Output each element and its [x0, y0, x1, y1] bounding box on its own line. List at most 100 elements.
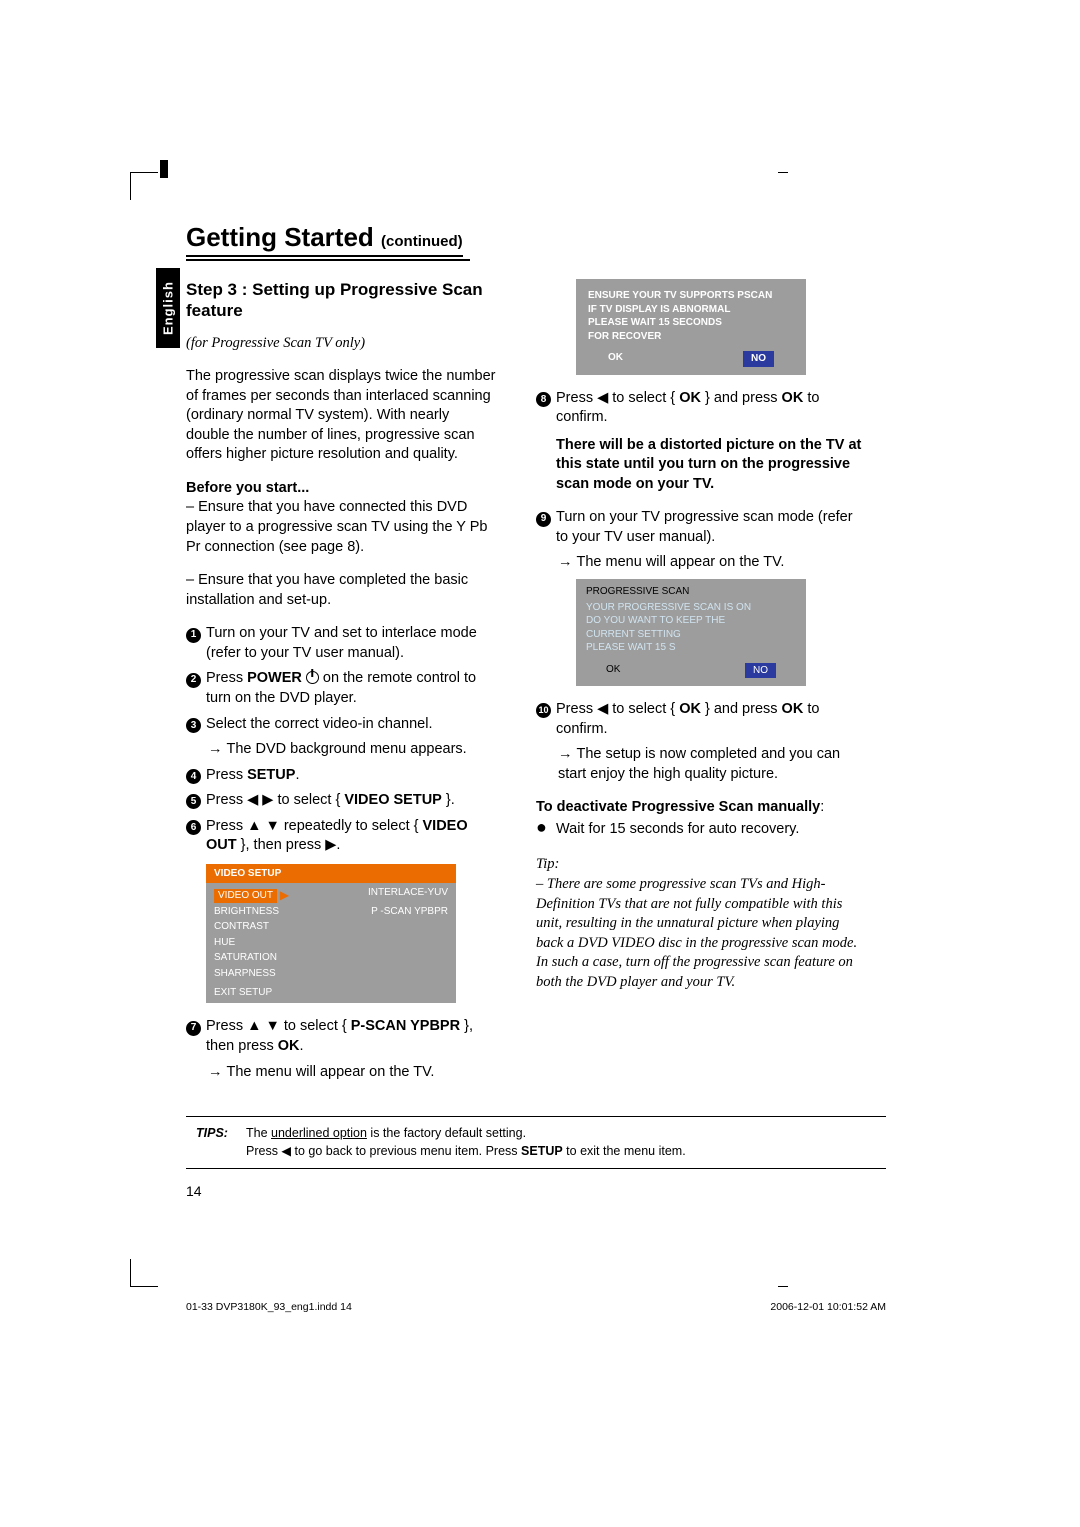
step-num-icon: 10 [536, 703, 551, 718]
play-icon: ▶ [280, 888, 289, 902]
title-underline [186, 259, 470, 261]
menu-item: HUE [214, 936, 235, 950]
dialog-line: PLEASE WAIT 15 S [586, 641, 796, 655]
dialog-header: PROGRESSIVE SCAN [586, 585, 796, 599]
text-bold: VIDEO SETUP [344, 792, 442, 808]
step-5: 5 Press ◀ ▶ to select { VIDEO SETUP }. [186, 791, 496, 811]
step-3: 3 Select the correct video-in channel. [186, 715, 496, 735]
text-bold: POWER [247, 670, 302, 686]
subtitle: (for Progressive Scan TV only) [186, 334, 496, 354]
pscan-keep-dialog: PROGRESSIVE SCAN YOUR PROGRESSIVE SCAN I… [576, 579, 806, 686]
warning-text: There will be a distorted picture on the… [556, 436, 866, 495]
text-bold: SETUP [521, 1144, 563, 1158]
bullet-icon: ● [536, 820, 556, 840]
text: . [295, 767, 299, 783]
menu-row: HUE [214, 935, 448, 951]
footer-file: 01-33 DVP3180K_93_eng1.indd 14 [186, 1301, 352, 1313]
registration-mark [160, 160, 168, 178]
before-item-2: – Ensure that you have completed the bas… [186, 571, 496, 610]
dialog-line: PLEASE WAIT 15 SECONDS [588, 316, 794, 330]
text: Press ◀ to select { [556, 701, 679, 717]
dialog-ok-button: OK [606, 663, 620, 679]
dialog-line: YOUR PROGRESSIVE SCAN IS ON [586, 601, 796, 615]
step-text: Press ◀ to select { OK } and press OK to… [556, 700, 866, 739]
title-main: Getting Started [186, 222, 374, 252]
pscan-confirm-dialog: ENSURE YOUR TV SUPPORTS PSCAN IF TV DISP… [576, 279, 806, 375]
menu-body: VIDEO OUT ▶ INTERLACE-YUV BRIGHTNESSP -S… [206, 883, 456, 1003]
right-column: ENSURE YOUR TV SUPPORTS PSCAN IF TV DISP… [536, 279, 866, 1082]
step-text: Select the correct video-in channel. [206, 715, 496, 735]
step-4: 4 Press SETUP. [186, 766, 496, 786]
step-text: Press ▲ ▼ repeatedly to select { VIDEO O… [206, 817, 496, 856]
power-icon [306, 671, 319, 684]
language-tab: English [156, 268, 180, 348]
menu-value: P -SCAN YPBPR [371, 905, 448, 919]
dialog-line: ENSURE YOUR TV SUPPORTS PSCAN [588, 289, 794, 303]
tips-footer: TIPS: The underlined option is the facto… [186, 1116, 886, 1169]
text: } and press [701, 701, 782, 717]
left-column: Step 3 : Setting up Progressive Scan fea… [186, 279, 496, 1082]
step-num-icon: 7 [186, 1021, 201, 1036]
step-num-icon: 1 [186, 628, 201, 643]
dialog-line: DO YOU WANT TO KEEP THE [586, 614, 796, 628]
text: The [246, 1126, 271, 1140]
text: Wait for 15 seconds for auto recovery. [556, 820, 799, 840]
before-item-1: – Ensure that you have connected this DV… [186, 498, 496, 557]
text: Press ◀ to go back to previous menu item… [246, 1144, 521, 1158]
tips-body: The underlined option is the factory def… [246, 1125, 876, 1160]
menu-item: SHARPNESS [214, 967, 276, 981]
section-heading: Step 3 : Setting up Progressive Scan fea… [186, 279, 496, 322]
dialog-line: IF TV DISPLAY IS ABNORMAL [588, 303, 794, 317]
crop-mark [130, 1259, 158, 1287]
page-title: Getting Started (continued) [186, 222, 463, 257]
intro-paragraph: The progressive scan displays twice the … [186, 367, 496, 465]
step-num-icon: 4 [186, 769, 201, 784]
menu-item: SATURATION [214, 951, 277, 965]
step-7-sub: The menu will appear on the TV. [208, 1063, 496, 1083]
menu-header: VIDEO SETUP [206, 864, 456, 884]
step-text: Press SETUP. [206, 766, 496, 786]
step-10-sub: The setup is now completed and you can s… [558, 745, 866, 784]
page-number: 14 [186, 1183, 886, 1199]
menu-item: BRIGHTNESS [214, 905, 279, 919]
step-num-icon: 9 [536, 512, 551, 527]
step-6: 6 Press ▲ ▼ repeatedly to select { VIDEO… [186, 817, 496, 856]
dialog-line: FOR RECOVER [588, 330, 794, 344]
step-9: 9 Turn on your TV progressive scan mode … [536, 508, 866, 547]
step-1: 1 Turn on your TV and set to interlace m… [186, 624, 496, 663]
text-bold: P-SCAN YPBPR [351, 1018, 460, 1034]
step-text: Press POWER on the remote control to tur… [206, 669, 496, 708]
step-num-icon: 2 [186, 673, 201, 688]
menu-value: INTERLACE-YUV [368, 886, 448, 903]
text: . [300, 1038, 304, 1054]
step-text: Turn on your TV progressive scan mode (r… [556, 508, 866, 547]
step-2: 2 Press POWER on the remote control to t… [186, 669, 496, 708]
tip-label: Tip: [536, 855, 866, 875]
footer-timestamp: 2006-12-01 10:01:52 AM [770, 1301, 886, 1313]
dialog-line: CURRENT SETTING [586, 628, 796, 642]
crop-mark [778, 172, 788, 182]
content: Getting Started (continued) Step 3 : Set… [186, 222, 886, 1199]
step-num-icon: 6 [186, 820, 201, 835]
menu-exit: EXIT SETUP [214, 986, 272, 1000]
text: Press ◀ ▶ to select { [206, 792, 344, 808]
text: Press [206, 767, 247, 783]
before-you-start-label: Before you start... [186, 479, 496, 499]
tip-body: – There are some progressive scan TVs an… [536, 875, 866, 992]
menu-row: SHARPNESS [214, 966, 448, 982]
menu-item: CONTRAST [214, 920, 269, 934]
step-10: 10 Press ◀ to select { OK } and press OK… [536, 700, 866, 739]
text: Press [206, 670, 247, 686]
text-bold: SETUP [247, 767, 295, 783]
menu-row: BRIGHTNESS P -SCAN YPBPR [214, 904, 448, 920]
deactivate-item: ● Wait for 15 seconds for auto recovery. [536, 820, 866, 840]
step-3-sub: The DVD background menu appears. [208, 740, 496, 760]
menu-row: CONTRAST [214, 919, 448, 935]
text: Press ◀ to select { [556, 390, 679, 406]
menu-row: SATURATION [214, 950, 448, 966]
text-bold: To deactivate Progressive Scan manually [536, 799, 820, 815]
text-bold: OK [782, 390, 804, 406]
step-text: Press ◀ to select { OK } and press OK to… [556, 389, 866, 428]
tips-label: TIPS: [196, 1125, 246, 1160]
text: is the factory default setting. [367, 1126, 526, 1140]
